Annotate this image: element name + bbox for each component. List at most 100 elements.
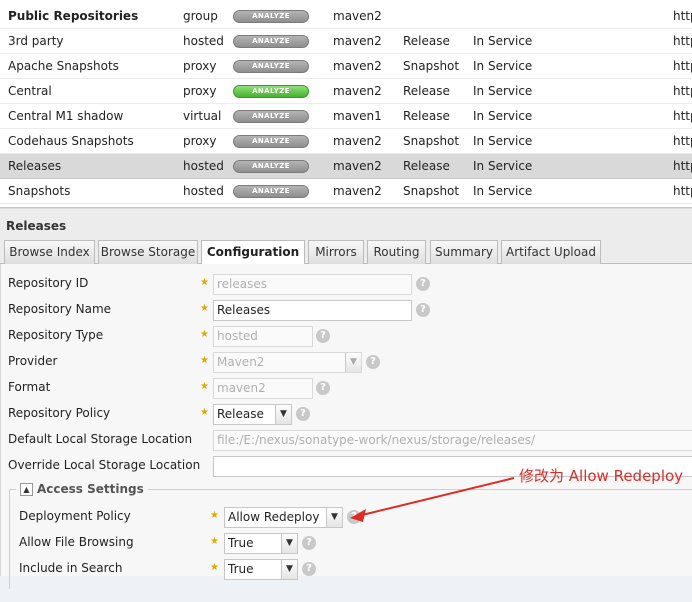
format-field[interactable]: maven2 [213,378,313,399]
table-row[interactable]: Apache Snapshots proxy ANALYZE maven2 Snapsh… [0,54,692,79]
repository-url[interactable]: http [673,29,692,54]
configuration-form: Repository ID ★ releases ? Repository Na… [0,264,692,589]
default-storage-field[interactable]: file:/E:/nexus/sonatype-work/nexus/stora… [213,430,692,451]
required-star-icon: ★ [210,510,219,521]
repository-id-field[interactable]: releases [213,274,412,295]
access-settings-legend: ▲ Access Settings [16,481,148,497]
repository-type: proxy [183,59,217,73]
required-star-icon: ★ [210,536,219,547]
chevron-down-icon: ▼ [281,534,297,553]
tab-strip: Browse Index Browse Storage Configuratio… [0,239,692,265]
help-icon[interactable]: ? [347,510,361,524]
include-in-search-value: True [228,562,254,576]
repository-status: In Service [473,34,533,48]
repository-name: Central M1 shadow [8,109,124,123]
deployment-policy-value: Allow Redeploy [228,510,320,524]
repository-status: In Service [473,184,533,198]
help-icon[interactable]: ? [302,536,316,550]
required-star-icon: ★ [210,562,219,573]
table-row[interactable]: 3rd party hosted ANALYZE maven2 Release In Se… [0,29,692,54]
repository-policy: Release [403,159,450,173]
provider-select[interactable]: Maven2 ▼ [213,352,362,373]
analyze-button[interactable]: ANALYZE [233,160,309,173]
health-check: ANALYZE [233,179,313,204]
tab-browse-storage[interactable]: Browse Storage [98,240,198,264]
analyze-button[interactable]: ANALYZE [233,135,309,148]
repository-format: maven2 [333,159,382,173]
repository-format: maven2 [333,9,382,23]
table-row[interactable]: Releases hosted ANALYZE maven2 Release In Ser… [0,154,692,179]
tab-summary[interactable]: Summary [430,240,498,264]
repository-name-field[interactable]: Releases [213,300,412,321]
repository-type: hosted [183,159,224,173]
repository-status: In Service [473,159,533,173]
health-check: ANALYZE [233,4,313,29]
help-icon[interactable]: ? [316,329,330,343]
tab-browse-index[interactable]: Browse Index [4,240,95,264]
analyze-button[interactable]: ANALYZE [233,10,309,23]
repository-policy-value: Release [217,407,264,421]
override-storage-label: Override Local Storage Location [8,458,201,472]
repository-name: Central [8,84,52,98]
repository-url[interactable]: http [673,104,692,129]
deployment-policy-select[interactable]: Allow Redeploy ▼ [224,507,343,528]
repository-status: In Service [473,59,533,73]
repository-type: group [183,9,218,23]
help-icon[interactable]: ? [302,562,316,576]
repository-type-field[interactable]: hosted [213,326,313,347]
table-row[interactable]: Snapshots hosted ANALYZE maven2 Snapshot In S… [0,179,692,204]
format-label: Format [8,380,51,394]
provider-label: Provider [8,354,58,368]
repository-format: maven2 [333,134,382,148]
repository-url[interactable]: http [673,129,692,154]
allow-file-browsing-select[interactable]: True ▼ [224,533,298,554]
repository-name: Releases [8,159,62,173]
include-in-search-select[interactable]: True ▼ [224,559,298,580]
detail-header: Releases [0,208,692,239]
repository-policy-select[interactable]: Release ▼ [213,404,292,425]
repository-url[interactable]: http [673,4,692,29]
access-settings-title: Access Settings [37,482,144,496]
repository-url[interactable]: http [673,154,692,179]
tab-mirrors[interactable]: Mirrors [308,240,364,264]
required-star-icon: ★ [200,303,209,314]
help-icon[interactable]: ? [416,277,430,291]
default-storage-label: Default Local Storage Location [8,432,193,446]
repository-url[interactable]: http [673,54,692,79]
repository-policy: Release [403,84,450,98]
collapse-toggle-icon[interactable]: ▲ [20,482,33,496]
repository-status [473,4,593,29]
tab-artifact-upload[interactable]: Artifact Upload [501,240,601,264]
repository-status: In Service [473,109,533,123]
repository-policy-label: Repository Policy [8,406,111,420]
help-icon[interactable]: ? [416,303,430,317]
tab-routing[interactable]: Routing [367,240,426,264]
detail-title: Releases [6,219,67,233]
repository-url[interactable]: http [673,79,692,104]
repository-status: In Service [473,134,533,148]
tab-configuration[interactable]: Configuration [201,240,305,265]
repository-type: hosted [183,184,224,198]
repository-format: maven2 [333,84,382,98]
help-icon[interactable]: ? [316,381,330,395]
analyze-button[interactable]: ANALYZE [233,85,309,98]
repository-url[interactable]: http [673,179,692,204]
analyze-button[interactable]: ANALYZE [233,35,309,48]
required-star-icon: ★ [200,277,209,288]
repository-policy: Snapshot [403,134,460,148]
help-icon[interactable]: ? [366,355,380,369]
analyze-button[interactable]: ANALYZE [233,110,309,123]
analyze-button[interactable]: ANALYZE [233,60,309,73]
required-star-icon: ★ [200,381,209,392]
annotation-text: 修改为 Allow Redeploy [519,467,684,485]
table-row[interactable]: Public Repositories group ANALYZE maven2 htt… [0,4,692,29]
repository-policy: Snapshot [403,59,460,73]
table-row[interactable]: Central M1 shadow virtual ANALYZE maven1 Rel… [0,104,692,129]
analyze-button[interactable]: ANALYZE [233,185,309,198]
repository-name-label: Repository Name [8,302,112,316]
deployment-policy-label: Deployment Policy [19,509,131,523]
help-icon[interactable]: ? [296,407,310,421]
health-check: ANALYZE [233,154,313,179]
table-row[interactable]: Central proxy ANALYZE maven2 Release In Servi… [0,79,692,104]
table-row[interactable]: Codehaus Snapshots proxy ANALYZE maven2 Snap… [0,129,692,154]
